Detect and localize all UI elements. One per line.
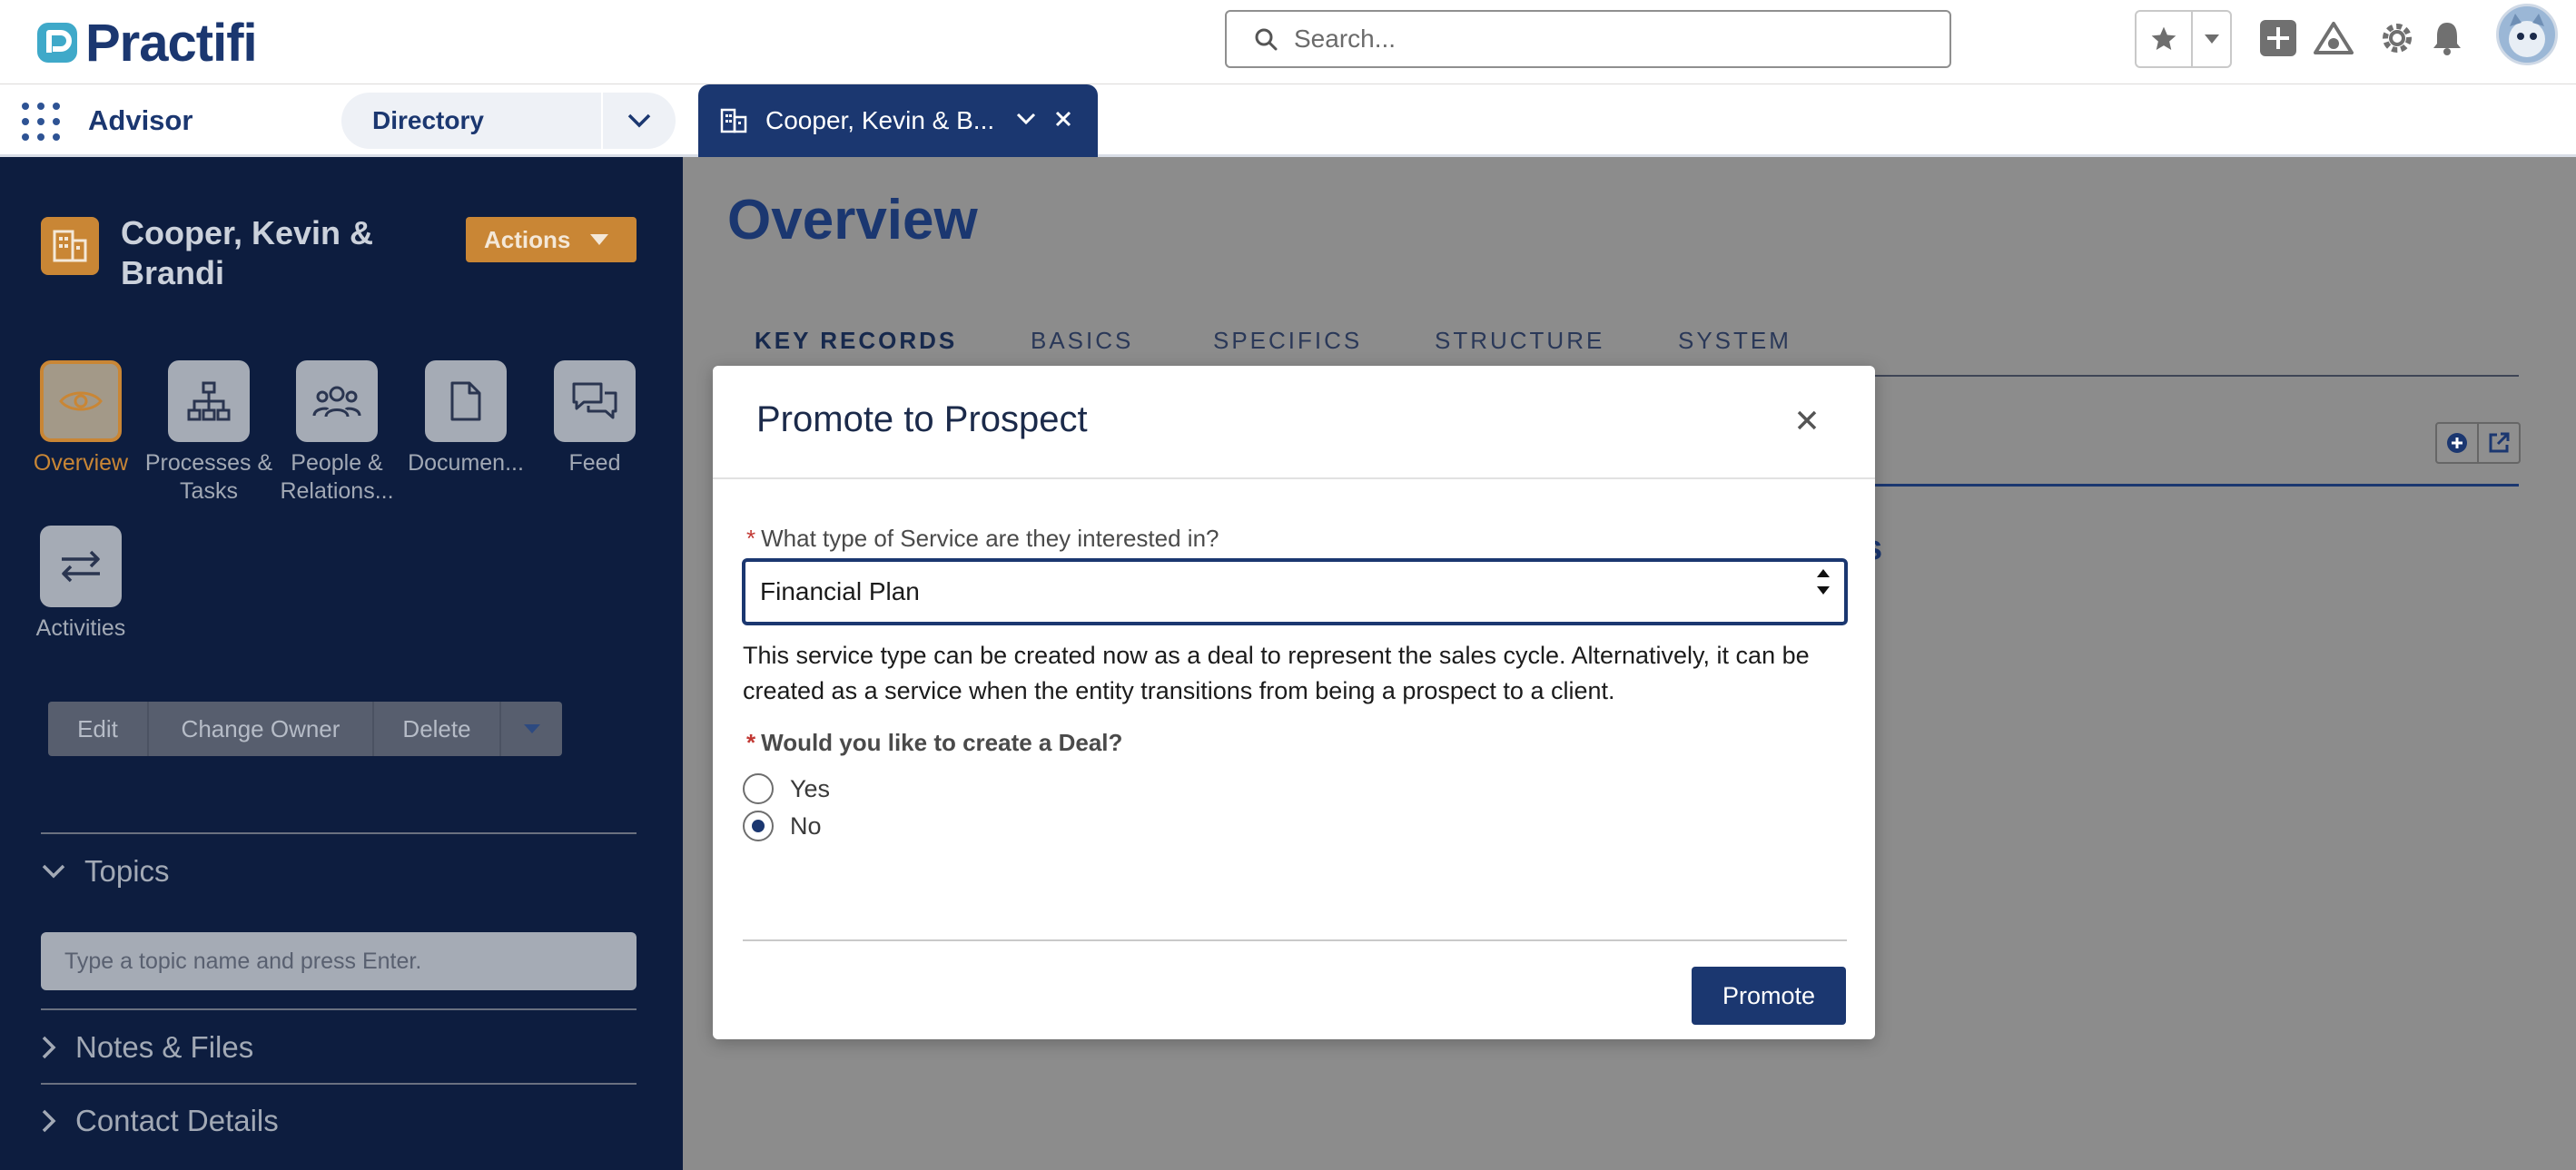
radio-yes[interactable] <box>743 773 774 804</box>
service-type-select[interactable]: Financial Plan <box>742 558 1848 625</box>
tile-activities[interactable] <box>40 526 122 607</box>
tile-overview-label: Overview <box>33 450 129 476</box>
open-external-icon[interactable] <box>2479 424 2519 462</box>
chat-icon <box>572 382 617 419</box>
delete-button[interactable]: Delete <box>374 702 501 756</box>
add-circle-icon[interactable] <box>2437 424 2479 462</box>
edit-button[interactable]: Edit <box>48 702 149 756</box>
trailhead-icon[interactable] <box>2314 18 2354 58</box>
promote-to-prospect-modal: Promote to Prospect * What type of Servic… <box>713 366 1875 1039</box>
topic-input[interactable]: Type a topic name and press Enter. <box>41 932 637 990</box>
contact-details-label: Contact Details <box>75 1104 279 1137</box>
service-type-value: Financial Plan <box>760 577 920 605</box>
app-name: Advisor <box>88 104 193 136</box>
favorites-menu-icon[interactable] <box>2193 12 2230 66</box>
service-help-text: This service type can be created now as … <box>743 642 1810 704</box>
close-icon[interactable] <box>1791 404 1823 437</box>
logo-mark-icon <box>35 20 80 65</box>
actions-label: Actions <box>484 225 571 253</box>
app-launcher-icon[interactable] <box>22 103 60 141</box>
tab-system[interactable]: SYSTEM <box>1678 327 1791 355</box>
tab-structure[interactable]: STRUCTURE <box>1435 327 1604 355</box>
notes-files-label: Notes & Files <box>75 1030 254 1064</box>
radio-option-yes[interactable]: Yes <box>743 773 830 804</box>
tile-feed-label: Feed <box>568 450 621 476</box>
favorites-star-icon[interactable] <box>2137 12 2193 66</box>
swap-arrows-icon <box>62 550 100 583</box>
contact-details-section-header[interactable]: Contact Details <box>41 1104 279 1138</box>
more-actions-button[interactable] <box>501 702 562 756</box>
search-icon <box>1255 28 1278 51</box>
user-avatar[interactable] <box>2496 4 2558 65</box>
global-search[interactable]: Search... <box>1225 10 1951 68</box>
object-selector-label: Directory <box>372 106 484 134</box>
hierarchy-icon <box>187 381 231 421</box>
practifi-logo[interactable]: Practifi <box>35 11 258 74</box>
tab-key-records[interactable]: KEY RECORDS <box>755 327 957 355</box>
document-icon <box>450 381 481 421</box>
promote-button[interactable]: Promote <box>1692 967 1846 1025</box>
radio-option-no[interactable]: No <box>743 811 822 841</box>
page-title: Overview <box>727 189 978 251</box>
radio-yes-label: Yes <box>790 774 831 802</box>
tile-people-label: People & Relations... <box>280 450 394 504</box>
add-icon[interactable] <box>2258 18 2298 58</box>
tab-menu-chevron-icon[interactable] <box>1016 113 1036 130</box>
household-icon <box>41 217 99 275</box>
eye-icon <box>59 391 103 411</box>
chevron-down-icon <box>42 864 65 879</box>
setup-gear-icon[interactable] <box>2377 18 2417 58</box>
tab-specifics[interactable]: SPECIFICS <box>1213 327 1362 355</box>
actions-button[interactable]: Actions <box>466 217 637 262</box>
radio-no[interactable] <box>743 811 774 841</box>
chevron-right-icon <box>42 1036 56 1059</box>
workspace-tab-label: Cooper, Kevin & B... <box>765 106 995 134</box>
notes-files-section-header[interactable]: Notes & Files <box>41 1030 253 1065</box>
tile-processes-tasks[interactable] <box>168 360 250 442</box>
people-icon <box>312 386 361 418</box>
search-placeholder: Search... <box>1294 25 1397 53</box>
tile-feed[interactable] <box>554 360 636 442</box>
modal-header: Promote to Prospect <box>713 366 1875 479</box>
tab-basics[interactable]: BASICS <box>1031 327 1133 355</box>
notifications-bell-icon[interactable] <box>2427 18 2467 58</box>
app-navigation-bar: Advisor Directory Cooper, Kevin & B... <box>0 84 2576 157</box>
service-type-label: * What type of Service are they intereste… <box>746 525 1219 552</box>
chevron-right-icon <box>42 1109 56 1133</box>
tile-documents-label: Documen... <box>408 450 524 476</box>
caret-down-icon <box>523 724 540 733</box>
create-deal-label: * Would you like to create a Deal? <box>746 729 1123 756</box>
tile-documents[interactable] <box>425 360 507 442</box>
favorites-group <box>2135 10 2232 68</box>
card-action-buttons <box>2435 422 2521 464</box>
close-tab-icon[interactable] <box>1054 110 1072 133</box>
logo-text: Practifi <box>85 13 258 73</box>
caret-down-icon <box>590 234 609 245</box>
topics-label: Topics <box>84 854 170 888</box>
record-name: Cooper, Kevin & Brandi <box>121 214 374 291</box>
change-owner-button[interactable]: Change Owner <box>149 702 374 756</box>
tile-people-relationships[interactable] <box>296 360 378 442</box>
record-button-group: Edit Change Owner Delete <box>48 702 562 756</box>
required-marker: * <box>746 525 756 552</box>
modal-title: Promote to Prospect <box>756 399 1088 439</box>
global-header: Practifi Search... <box>0 0 2576 84</box>
tile-overview[interactable] <box>40 360 122 442</box>
topics-section-header[interactable]: Topics <box>41 854 170 889</box>
select-spinner-icon <box>1817 569 1830 595</box>
tile-activities-label: Activities <box>35 615 126 641</box>
radio-no-label: No <box>790 811 822 840</box>
record-sidebar: Cooper, Kevin & Brandi Actions Overview … <box>0 157 683 1170</box>
object-selector[interactable]: Directory <box>341 93 676 149</box>
workspace-tab-cooper[interactable]: Cooper, Kevin & B... <box>698 84 1098 157</box>
chevron-down-icon[interactable] <box>603 113 676 128</box>
building-icon <box>720 108 747 133</box>
required-marker: * <box>746 729 756 756</box>
tile-processes-tasks-label: Processes & Tasks <box>144 450 273 504</box>
